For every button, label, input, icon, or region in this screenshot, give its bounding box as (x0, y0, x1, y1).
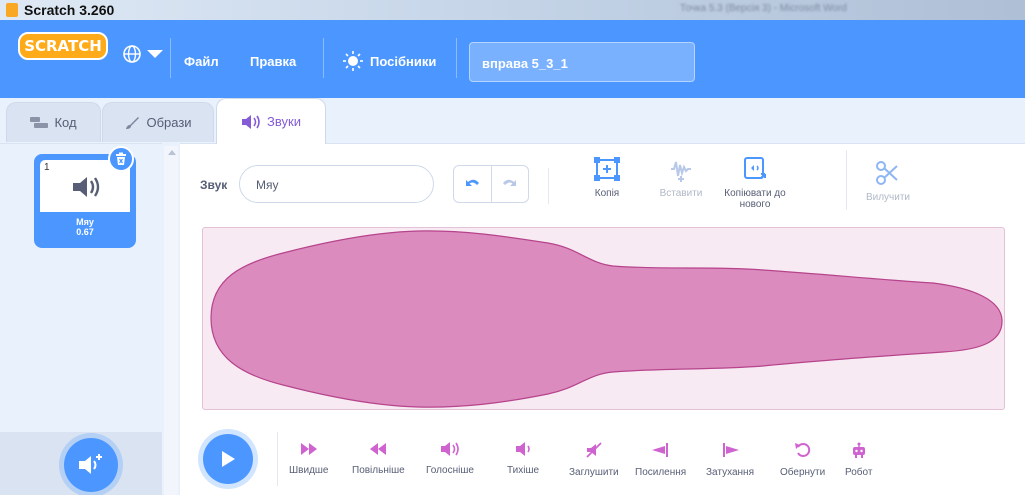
effect-label: Робот (845, 467, 873, 478)
softer-icon (516, 442, 530, 456)
tab-sounds[interactable]: Звуки (216, 98, 326, 144)
speaker-icon (73, 177, 100, 197)
effect-label: Швидше (289, 465, 329, 476)
effect-mute[interactable]: Заглушити (569, 442, 619, 478)
undo-button[interactable] (454, 166, 492, 202)
effect-label: Посилення (635, 467, 687, 478)
menu-divider (170, 38, 171, 78)
effect-label: Повільніше (352, 465, 405, 476)
effect-label: Затухання (706, 467, 754, 478)
scratch-logo[interactable]: SCRATCH (18, 32, 108, 60)
effect-label: Заглушити (569, 467, 619, 478)
tutorials-label: Посібники (370, 53, 437, 69)
mute-icon (586, 442, 602, 458)
chevron-down-icon (147, 50, 163, 58)
copy-to-new-icon (744, 157, 766, 179)
delete-label: Вилучити (865, 192, 911, 203)
paste-icon (671, 161, 691, 182)
waveform (210, 230, 1003, 408)
fade-in-icon (651, 443, 668, 457)
sound-name: Мяу (76, 217, 94, 227)
tab-costumes[interactable]: Образи (102, 102, 214, 142)
copy-icon (594, 157, 620, 181)
tab-sounds-label: Звуки (267, 114, 301, 129)
effect-louder[interactable]: Голосніше (426, 442, 474, 476)
globe-icon (123, 45, 141, 63)
fade-out-icon (722, 443, 739, 457)
scroll-up-arrow-icon[interactable] (168, 150, 176, 155)
undo-redo-group (453, 165, 529, 203)
effect-fade-in[interactable]: Посилення (635, 442, 686, 478)
sound-name-label: Звук (200, 178, 228, 192)
play-button[interactable] (203, 434, 253, 484)
sound-list-scrollbar[interactable] (164, 146, 178, 495)
reverse-icon (794, 443, 810, 457)
lightbulb-icon (343, 51, 363, 71)
trash-icon (116, 152, 126, 165)
editor-tabs: Код Образи Звуки (0, 98, 1025, 144)
effects-divider (277, 432, 278, 486)
paste-label: Вставити (659, 188, 703, 199)
sound-index: 1 (44, 162, 50, 173)
effect-label: Обернути (780, 467, 826, 478)
copy-label: Копія (594, 188, 620, 199)
tab-costumes-label: Образи (146, 115, 192, 130)
menu-divider (456, 38, 457, 78)
redo-button[interactable] (492, 166, 529, 202)
copy-button[interactable]: Копія (582, 156, 632, 199)
speaker-icon (242, 114, 260, 129)
sound-tile-info: Мяу 0.67 (37, 217, 133, 237)
effect-reverse[interactable]: Обернути (780, 442, 825, 478)
effect-robot[interactable]: Робот (845, 442, 872, 478)
tab-code-label: Код (54, 115, 77, 130)
add-sound-icon (79, 454, 102, 474)
effect-fade-out[interactable]: Затухання (706, 442, 754, 478)
window-title: Scratch 3.260 (24, 2, 115, 18)
redo-icon (502, 179, 516, 186)
code-icon (30, 116, 49, 128)
menu-divider (323, 38, 324, 78)
play-icon (222, 451, 235, 467)
language-menu[interactable] (122, 44, 165, 64)
window-titlebar: Scratch 3.260 Точка 5.3 (Версія 3) - Mic… (0, 0, 1025, 20)
waveform-container[interactable] (202, 227, 1005, 410)
project-title-input[interactable]: вправа 5_3_1 (469, 42, 695, 82)
sound-name-input[interactable]: Мяу (239, 165, 434, 203)
file-menu[interactable]: Файл (184, 54, 219, 69)
menu-bar: SCRATCH Файл Правка Посібники вправа 5_3… (0, 20, 1025, 98)
tutorials-button[interactable]: Посібники (342, 50, 436, 72)
effect-label: Голосніше (426, 465, 474, 476)
add-sound-button[interactable] (64, 438, 118, 492)
delete-button[interactable]: Вилучити (858, 160, 918, 203)
scissors-icon (876, 161, 898, 185)
effect-faster[interactable]: Швидше (289, 442, 328, 476)
slower-icon (370, 443, 387, 455)
delete-sound-button[interactable] (108, 146, 134, 172)
sound-duration: 0.67 (76, 227, 94, 237)
paste-button[interactable]: Вставити (650, 156, 712, 199)
brush-icon (126, 116, 140, 129)
scratch-app-icon (6, 3, 18, 17)
toolbar-divider (548, 168, 549, 204)
robot-icon (852, 442, 865, 458)
effect-slower[interactable]: Повільніше (352, 442, 405, 476)
undo-icon (466, 179, 480, 186)
toolbar-divider (846, 150, 847, 210)
tab-code[interactable]: Код (6, 102, 101, 142)
copy-to-new-label: Копіювати до нового (724, 188, 786, 210)
blurred-window-title: Точка 5.3 (Версія 3) - Microsoft Word (680, 3, 847, 14)
copy-to-new-button[interactable]: Копіювати до нового (712, 156, 798, 210)
effect-softer[interactable]: Тихіше (507, 442, 539, 476)
effect-label: Тихіше (507, 465, 540, 476)
edit-menu[interactable]: Правка (250, 54, 296, 69)
louder-icon (440, 442, 459, 456)
faster-icon (300, 443, 317, 455)
